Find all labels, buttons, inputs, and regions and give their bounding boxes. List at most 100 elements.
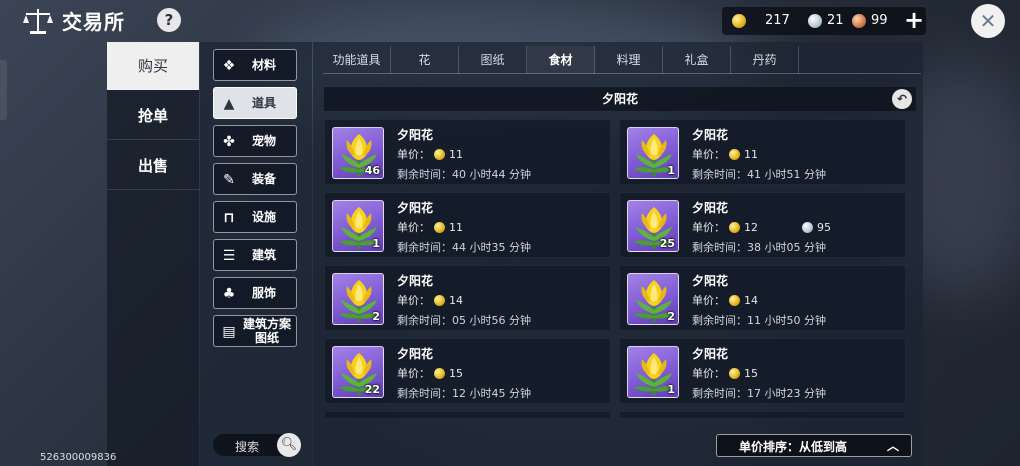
subtab-pills[interactable]: 丹药 — [731, 46, 799, 74]
listing-card-partial[interactable] — [324, 411, 611, 419]
listing-card[interactable]: 2 夕阳花单价： 14 剩余时间：11 小时50 分钟 — [619, 265, 906, 331]
tab-sell[interactable]: 出售 — [107, 142, 199, 190]
price-value: 12 — [744, 220, 758, 234]
time-remaining: 剩余时间：05 小时56 分钟 — [397, 312, 531, 328]
gold-coin-icon — [434, 294, 445, 306]
item-quantity: 25 — [659, 237, 675, 250]
listing-card[interactable]: 46 夕阳花 单价： 11 剩余时间：40 小时44 分钟 — [324, 119, 611, 185]
time-remaining: 剩余时间：38 小时05 分钟 — [692, 239, 826, 255]
category-label-line1: 建筑方案 — [242, 317, 291, 331]
facility-icon: ⊓ — [223, 210, 235, 226]
item-quantity: 2 — [667, 310, 675, 323]
item-price: 单价： 14 — [397, 292, 465, 308]
tab-buy[interactable]: 购买 — [107, 42, 199, 90]
silver-coin-icon — [808, 13, 822, 28]
equipment-icon: ✎ — [223, 172, 235, 188]
category-label: 服饰 — [252, 286, 277, 300]
time-label: 剩余时间： — [692, 314, 747, 327]
back-arrow-icon[interactable]: ↶ — [892, 89, 912, 109]
blueprint-icon: ▤ — [222, 324, 236, 340]
secondary-price-value: 95 — [817, 220, 831, 234]
subtab-blueprints[interactable]: 图纸 — [459, 46, 527, 74]
time-value: 41 小时51 分钟 — [747, 168, 826, 181]
subtab-ingredients[interactable]: 食材 — [527, 46, 595, 74]
listing-card[interactable]: 1 夕阳花单价： 11 剩余时间：41 小时51 分钟 — [619, 119, 906, 185]
time-value: 11 小时50 分钟 — [747, 314, 826, 327]
sunset-flower-thumbnail: 2 — [627, 273, 679, 325]
material-icon: ❖ — [222, 58, 236, 74]
sunset-flower-thumbnail: 46 — [332, 127, 384, 179]
category-facility[interactable]: ⊓ 设施 — [213, 201, 297, 233]
listing-card[interactable]: 25 夕阳花 单价： 12 95 剩余时间：38 小时05 分钟 — [619, 192, 906, 258]
item-price: 单价： 14 — [692, 292, 760, 308]
sunset-flower-thumbnail: 1 — [627, 127, 679, 179]
time-value: 05 小时56 分钟 — [452, 314, 531, 327]
item-price: 单价： 11 — [397, 146, 465, 162]
price-label: 单价： — [397, 148, 430, 161]
item-name: 夕阳花 — [692, 274, 729, 288]
subcategory-tabs: 功能道具 花 图纸 食材 料理 礼盒 丹药 — [323, 46, 921, 74]
item-price: 单价： 11 — [692, 146, 760, 162]
category-list: ❖ 材料 ▲ 道具 ✤ 宠物 ✎ 装备 ⊓ 设施 ☰ 建筑 ♣ 服饰 ▤ 建筑方… — [200, 42, 312, 466]
listing-card[interactable]: 22 夕阳花 单价： 15 剩余时间：12 小时45 分钟 — [324, 338, 611, 404]
price-value: 15 — [744, 366, 758, 380]
item-name: 夕阳花 — [397, 201, 434, 215]
sunset-flower-thumbnail: 1 — [332, 200, 384, 252]
subtab-flowers[interactable]: 花 — [391, 46, 459, 74]
mode-tabs: 购买 抢单 出售 — [107, 42, 199, 466]
time-label: 剩余时间： — [692, 387, 747, 400]
paw-icon: ✤ — [223, 134, 235, 150]
silver-balance: 21 — [808, 13, 844, 28]
item-quantity: 1 — [667, 164, 675, 177]
close-button[interactable]: ✕ — [971, 4, 1005, 38]
listing-card-partial[interactable] — [619, 411, 906, 419]
tab-grab-order[interactable]: 抢单 — [107, 92, 199, 140]
time-remaining: 剩余时间：44 小时35 分钟 — [397, 239, 531, 255]
help-button[interactable]: ? — [157, 8, 181, 32]
sunset-flower-thumbnail: 2 — [332, 273, 384, 325]
item-name: 夕阳花 — [692, 201, 729, 215]
silver-amount: 21 — [827, 13, 844, 28]
category-material[interactable]: ❖ 材料 — [213, 49, 297, 81]
sunset-flower-thumbnail: 1 — [627, 346, 679, 398]
item-quantity: 1 — [372, 237, 380, 250]
price-label: 单价： — [397, 367, 430, 380]
category-label-line2: 图纸 — [254, 331, 279, 345]
gold-amount: 217 — [765, 13, 790, 28]
time-remaining: 剩余时间：41 小时51 分钟 — [692, 166, 826, 182]
market-panel: 功能道具 花 图纸 食材 料理 礼盒 丹药 夕阳花 ↶ 46 夕阳花 单价： 11 剩余… — [313, 42, 923, 466]
price-value: 11 — [449, 147, 463, 161]
category-equipment[interactable]: ✎ 装备 — [213, 163, 297, 195]
time-label: 剩余时间： — [397, 168, 452, 181]
price-value: 11 — [449, 220, 463, 234]
category-pets[interactable]: ✤ 宠物 — [213, 125, 297, 157]
price-label: 单价： — [397, 221, 430, 234]
price-value: 14 — [449, 293, 463, 307]
time-remaining: 剩余时间：12 小时45 分钟 — [397, 385, 531, 401]
subtab-function-items[interactable]: 功能道具 — [323, 46, 391, 74]
sort-dropdown[interactable]: 单价排序：从低到高 ︿ — [716, 434, 912, 457]
subtab-cooking[interactable]: 料理 — [595, 46, 663, 74]
price-value: 15 — [449, 366, 463, 380]
category-building[interactable]: ☰ 建筑 — [213, 239, 297, 271]
category-items[interactable]: ▲ 道具 — [213, 87, 297, 119]
subtab-gift-box[interactable]: 礼盒 — [663, 46, 731, 74]
flask-icon: ▲ — [223, 96, 235, 112]
silver-coin-icon — [802, 221, 813, 233]
add-currency-button[interactable]: + — [904, 7, 924, 33]
building-icon: ☰ — [222, 248, 236, 264]
listing-card[interactable]: 1 夕阳花单价： 11 剩余时间：44 小时35 分钟 — [324, 192, 611, 258]
time-label: 剩余时间： — [397, 387, 452, 400]
search-field[interactable]: 搜索 🔍︎ — [213, 433, 301, 457]
copper-amount: 99 — [871, 13, 888, 28]
item-name: 夕阳花 — [397, 347, 434, 361]
search-label: 搜索 — [235, 440, 260, 454]
search-icon[interactable]: 🔍︎ — [277, 433, 301, 457]
user-id: 526300009836 — [40, 452, 117, 463]
item-name: 夕阳花 — [692, 128, 729, 142]
listing-card[interactable]: 1 夕阳花 单价： 15 剩余时间：17 小时23 分钟 — [619, 338, 906, 404]
item-price: 单价： 11 — [397, 219, 465, 235]
category-blueprint[interactable]: ▤ 建筑方案 图纸 — [213, 315, 297, 347]
category-clothing[interactable]: ♣ 服饰 — [213, 277, 297, 309]
listing-card[interactable]: 2 夕阳花 单价： 14 剩余时间：05 小时56 分钟 — [324, 265, 611, 331]
